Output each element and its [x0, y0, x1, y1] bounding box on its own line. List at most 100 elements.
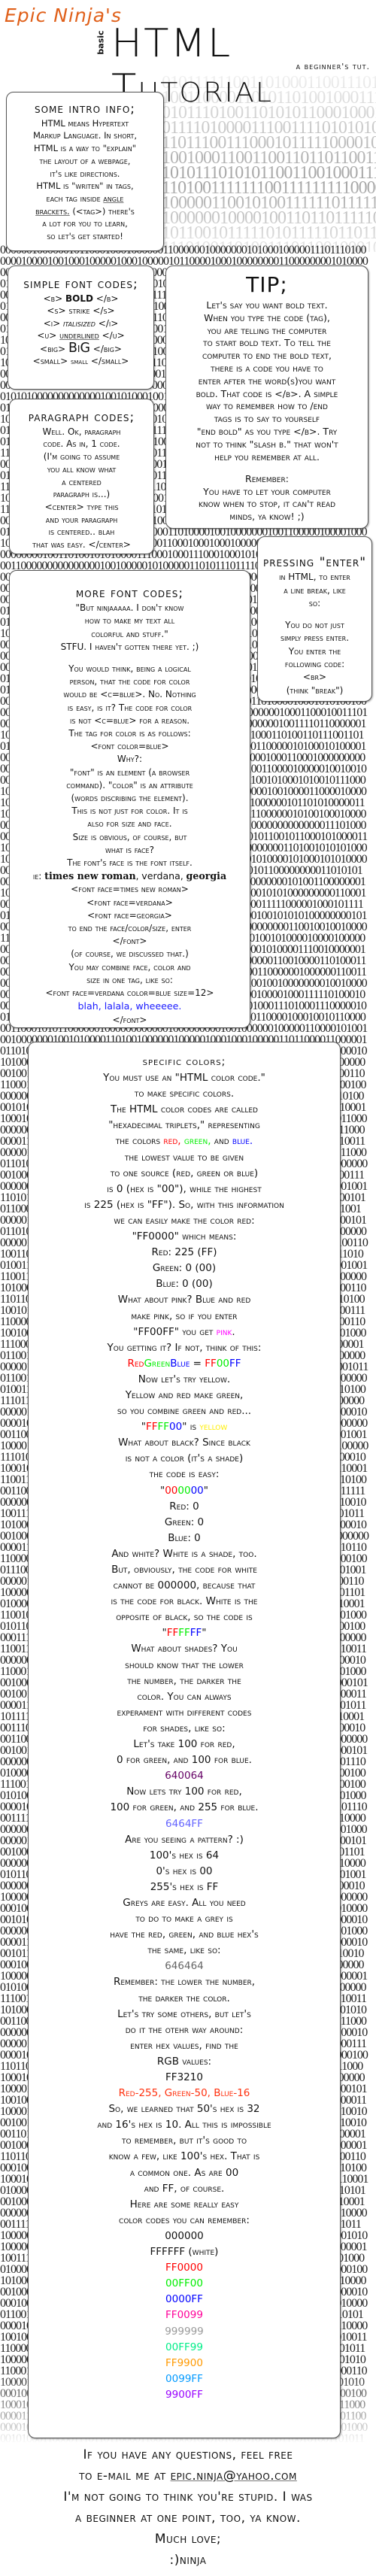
- text-line: <big> BiG </big>: [8, 341, 153, 356]
- text-line: This is not just for color. It is: [71, 806, 188, 817]
- text-line: Let's take 100 for red,: [133, 1738, 235, 1751]
- text-segment: green,: [183, 1135, 211, 1148]
- text-line: to make specific colors.: [134, 1088, 235, 1100]
- text-line: we can easily make the color red:: [114, 1214, 255, 1227]
- text-segment: 6464FF: [165, 1817, 203, 1830]
- text-line: 255's hex is FF: [150, 1880, 219, 1893]
- text-line: to start bold text. To tell the: [203, 337, 331, 349]
- text-line: (words discribing the element).: [71, 793, 189, 804]
- text-line: You getting it? If not, think of this:: [107, 1341, 262, 1354]
- text-line: Greys are easy. All you need: [123, 1896, 246, 1909]
- text-line: what is face?: [105, 844, 154, 855]
- text-line: a lot for you to learn,: [42, 218, 128, 229]
- text-segment: " is: [182, 1421, 200, 1434]
- text-segment: 00: [177, 1484, 191, 1497]
- text-segment: "FF00FF" you get: [133, 1325, 217, 1338]
- text-line: a centered: [62, 476, 102, 487]
- text-segment: pink: [216, 1325, 232, 1338]
- text-line: <font color=blue>: [90, 741, 169, 752]
- text-line: to do to make a grey is: [135, 1913, 233, 1925]
- text-line: 6464FF: [29, 1816, 340, 1832]
- text-segment: ,: [180, 871, 186, 882]
- text-segment: Blue: [170, 1357, 190, 1370]
- email-link[interactable]: epic.ninja@yahoo.com: [171, 2468, 297, 2483]
- text-segment: <big>: [40, 343, 68, 354]
- text-line: experament with different codes: [117, 1706, 252, 1719]
- text-line: make pink, so if you enter: [131, 1309, 238, 1322]
- text-line: command). "color" is an attribute: [66, 779, 193, 790]
- text-line: (of course, we discussed that.): [71, 948, 189, 960]
- text-line: <i> italisized </i>: [8, 317, 153, 330]
- text-line: HTML means Hypertext: [41, 117, 129, 129]
- text-line: <small> small </small>: [8, 355, 153, 369]
- text-segment: (<tag>) there's: [69, 205, 135, 217]
- text-line: The tag for color is as follows:: [68, 728, 191, 739]
- text-line: tags is to say to yourself: [214, 413, 320, 425]
- text-line: "000000": [29, 1483, 340, 1499]
- text-line: so:: [308, 597, 321, 608]
- text-segment: 999999: [165, 2325, 204, 2338]
- intro-info-box: some intro info; HTML means Hypertext Mark…: [6, 92, 164, 251]
- text-line: The font's face is the font itself.: [67, 857, 193, 869]
- text-segment: <small>: [32, 356, 71, 366]
- text-line: know a few, like 100's hex. That is: [108, 2150, 260, 2163]
- text-line: (think "break"): [286, 684, 344, 696]
- text-line: Yellow and red make green,: [125, 1388, 244, 1401]
- text-segment: FF: [145, 1421, 158, 1434]
- text-line: 0099FF: [29, 2371, 340, 2387]
- text-line: <center> type this: [44, 501, 119, 512]
- text-line: 100's hex is 64: [149, 1849, 220, 1861]
- paragraph-codes-box: paragraph codes; Well. Ok, paragraph code.…: [9, 399, 154, 554]
- text-line: Remember:: [245, 472, 289, 484]
- text-line: "FF00FF" you get pink.: [29, 1324, 340, 1340]
- text-segment: FF: [157, 1421, 170, 1434]
- footer-line: If you have any questions, feel free: [83, 2447, 293, 2462]
- text-line: You enter the: [288, 645, 341, 657]
- text-line: 640064: [29, 1768, 340, 1784]
- text-line: STFU. I haven't gotten there yet. ;): [60, 641, 199, 652]
- text-segment: FF0000: [165, 2262, 203, 2274]
- box-title: some intro info;: [34, 102, 136, 117]
- text-line: Green: 0: [164, 1516, 205, 1528]
- text-segment: times new roman: [44, 870, 136, 882]
- text-line: You have to let your computer: [203, 485, 331, 497]
- text-line: size in one tag, like so:: [86, 974, 173, 985]
- tip-box: TIP; Let's say you want bold text. When yo…: [165, 265, 368, 529]
- text-line: the number, the darker the: [127, 1674, 241, 1687]
- text-line: the same, like so:: [147, 1944, 221, 1957]
- text-line: Why?:: [117, 754, 143, 765]
- text-line: "FFFFFF": [29, 1625, 340, 1641]
- text-line: 9900FF: [29, 2387, 340, 2403]
- text-segment: the colors: [115, 1135, 164, 1148]
- text-segment: and: [211, 1135, 232, 1148]
- text-line: the code is easy:: [149, 1468, 220, 1481]
- text-line: cannot be 000000, because that: [113, 1579, 256, 1592]
- simple-font-codes-box: simple font codes; <b> BOLD </b> <s> strik…: [8, 265, 154, 390]
- text-line: 00FF00: [29, 2276, 340, 2292]
- text-line: is the code for black. White is the: [111, 1595, 258, 1608]
- text-line: enter hex values, find the: [130, 2039, 238, 2052]
- text-line: The HTML color codes are called: [110, 1103, 258, 1116]
- text-line: 646464: [29, 1959, 340, 1974]
- text-segment: angle: [103, 193, 124, 204]
- text-line: <font face=times new roman>: [71, 884, 189, 895]
- text-line: "hexadecimal triplets," representing: [108, 1119, 260, 1132]
- text-line: What about pink? Blue and red: [117, 1294, 251, 1306]
- text-line: 0 for green, and 100 for blue.: [117, 1754, 252, 1767]
- text-line: FF3210: [165, 2071, 203, 2083]
- footer-signature: :)ninja: [169, 2553, 207, 2568]
- text-line: You may combine face, color and: [68, 961, 191, 972]
- text-line: You would think, being a logical: [68, 663, 191, 675]
- text-line: <s> strike </s>: [8, 305, 153, 317]
- footer-line: I'm not going to think you're stupid. I …: [63, 2490, 313, 2505]
- text-line: FF9900: [29, 2356, 340, 2371]
- text-segment: 00: [165, 1484, 178, 1497]
- text-segment: </b>: [92, 293, 119, 304]
- box-title: paragraph codes;: [28, 410, 135, 425]
- text-line: "FF0000" which means:: [132, 1230, 237, 1243]
- text-line: HTML is "writen" in tags,: [36, 181, 134, 192]
- text-segment: <i>: [43, 317, 64, 329]
- text-line: also for size and face.: [87, 818, 172, 830]
- text-line: opposite of black, so the code is: [116, 1611, 253, 1624]
- text-segment: FF9900: [165, 2356, 203, 2369]
